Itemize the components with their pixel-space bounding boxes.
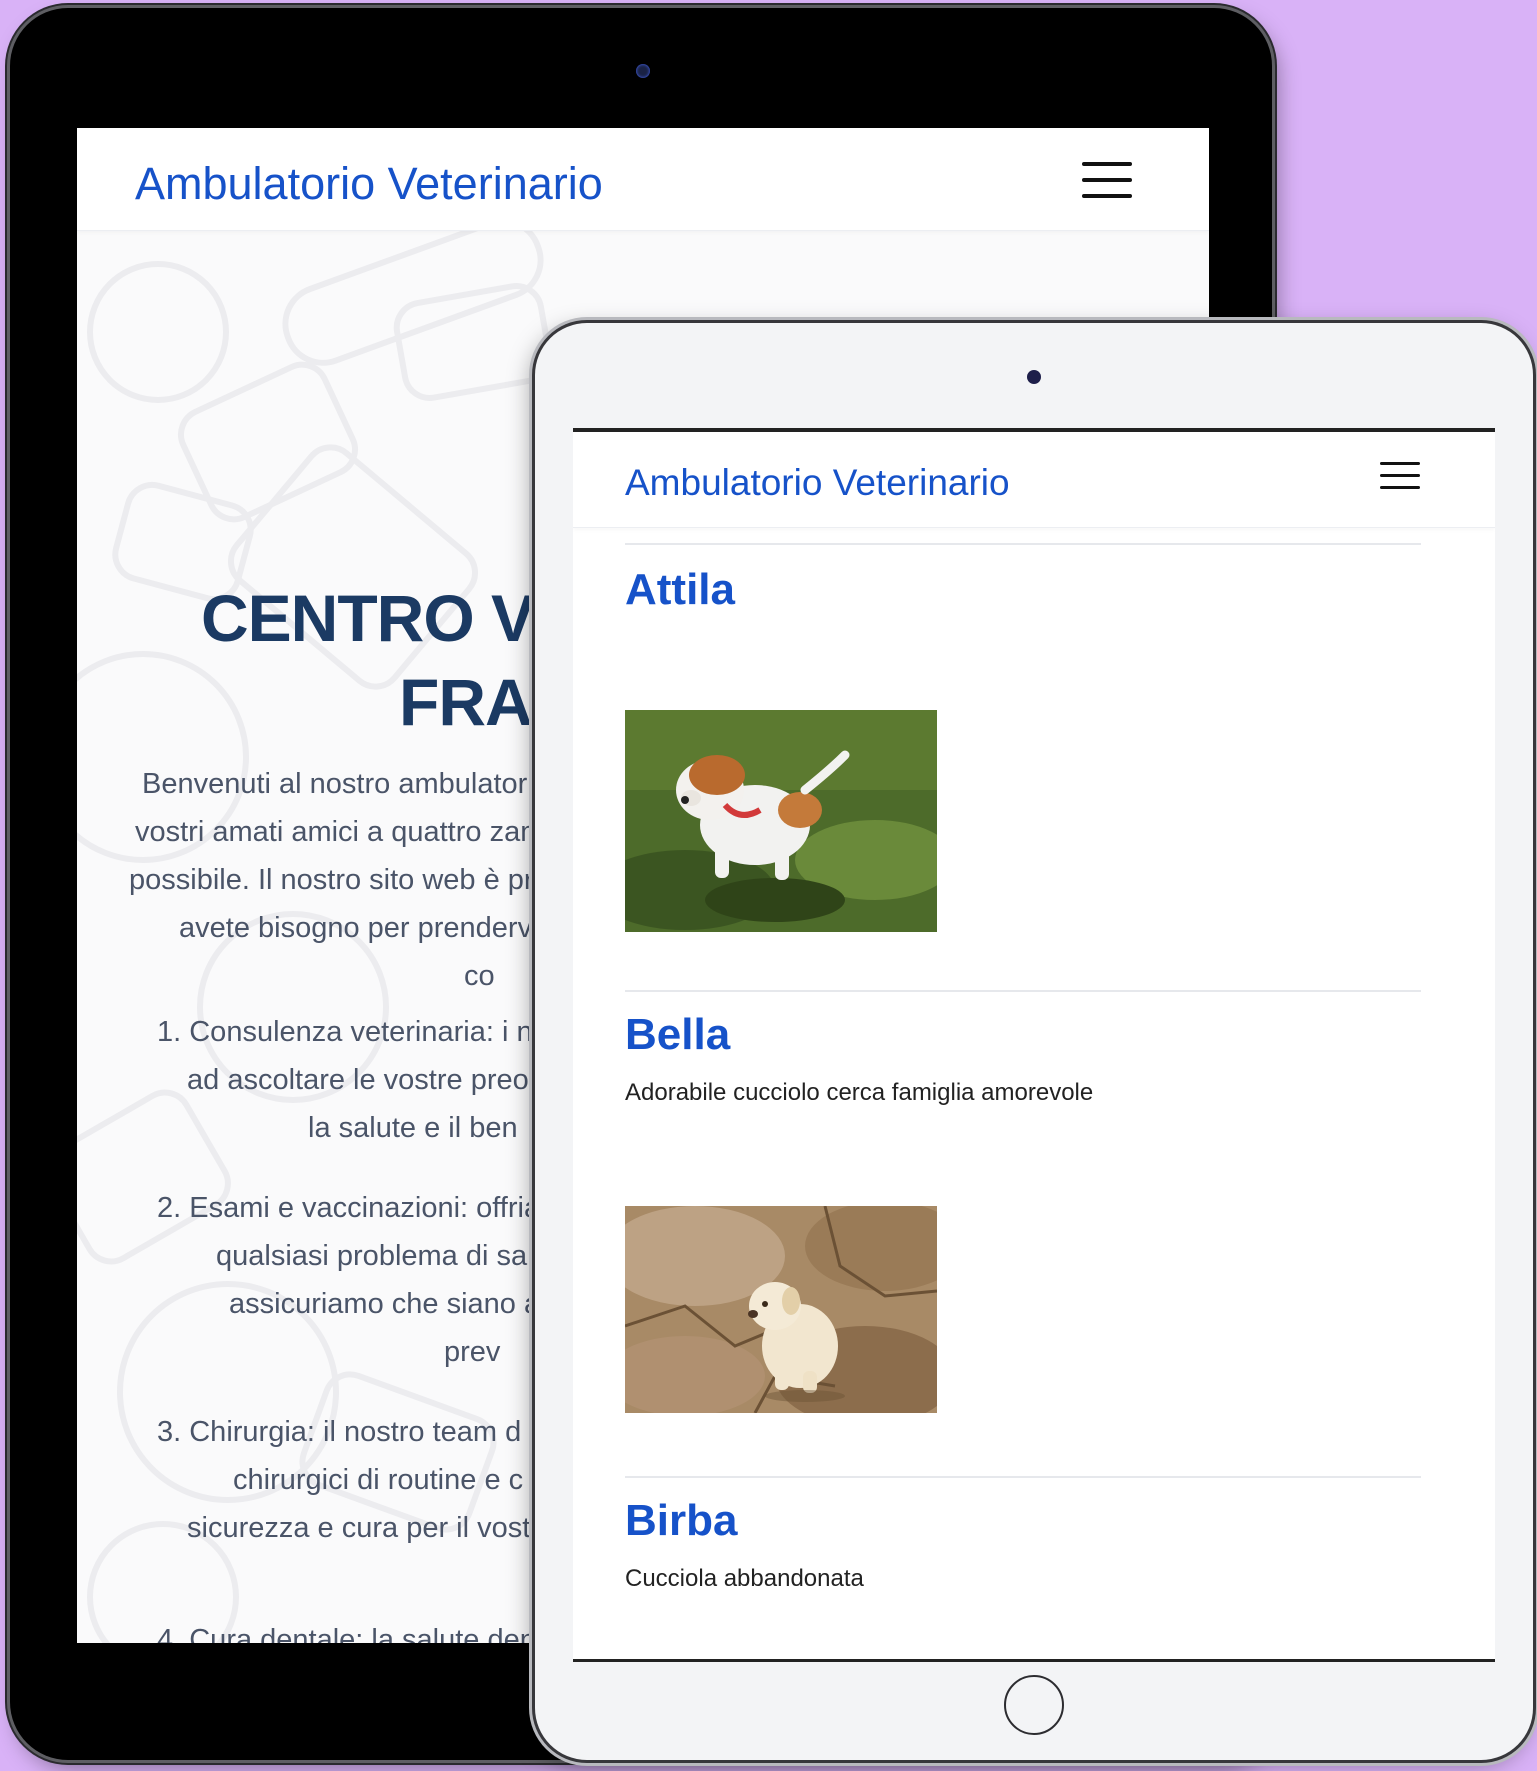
hamburger-menu-icon[interactable] — [1082, 162, 1132, 198]
camera-icon — [1027, 370, 1041, 384]
navbar: Ambulatorio Veterinario — [77, 128, 1209, 231]
home-button[interactable] — [1004, 1675, 1064, 1735]
puppy-on-grass-photo — [625, 710, 937, 932]
pet-description: Adorabile cucciolo cerca famiglia amorev… — [625, 1079, 1094, 1106]
pet-name[interactable]: Bella — [625, 1010, 730, 1060]
navbar-brand[interactable]: Ambulatorio Veterinario — [135, 158, 603, 210]
puppy-on-dirt-photo — [625, 1206, 937, 1413]
navbar: Ambulatorio Veterinario — [573, 432, 1495, 528]
pet-card: Attila — [625, 543, 1421, 992]
camera-icon — [636, 64, 650, 78]
pet-photo[interactable] — [625, 710, 937, 932]
pet-card: Birba Cucciola abbandonata — [625, 1476, 1421, 1659]
pet-name[interactable]: Birba — [625, 1496, 737, 1546]
navbar-brand[interactable]: Ambulatorio Veterinario — [625, 462, 1010, 504]
pet-photo[interactable] — [625, 1206, 937, 1413]
pet-description: Cucciola abbandonata — [625, 1565, 864, 1592]
front-tablet-screen: Ambulatorio Veterinario Attila Bella Ado… — [573, 428, 1495, 1662]
pet-name[interactable]: Attila — [625, 565, 735, 615]
hamburger-menu-icon[interactable] — [1380, 462, 1420, 492]
front-tablet-frame: Ambulatorio Veterinario Attila Bella Ado… — [535, 323, 1533, 1760]
sketch-decoration — [87, 261, 229, 403]
pet-card: Bella Adorabile cucciolo cerca famiglia … — [625, 990, 1421, 1478]
